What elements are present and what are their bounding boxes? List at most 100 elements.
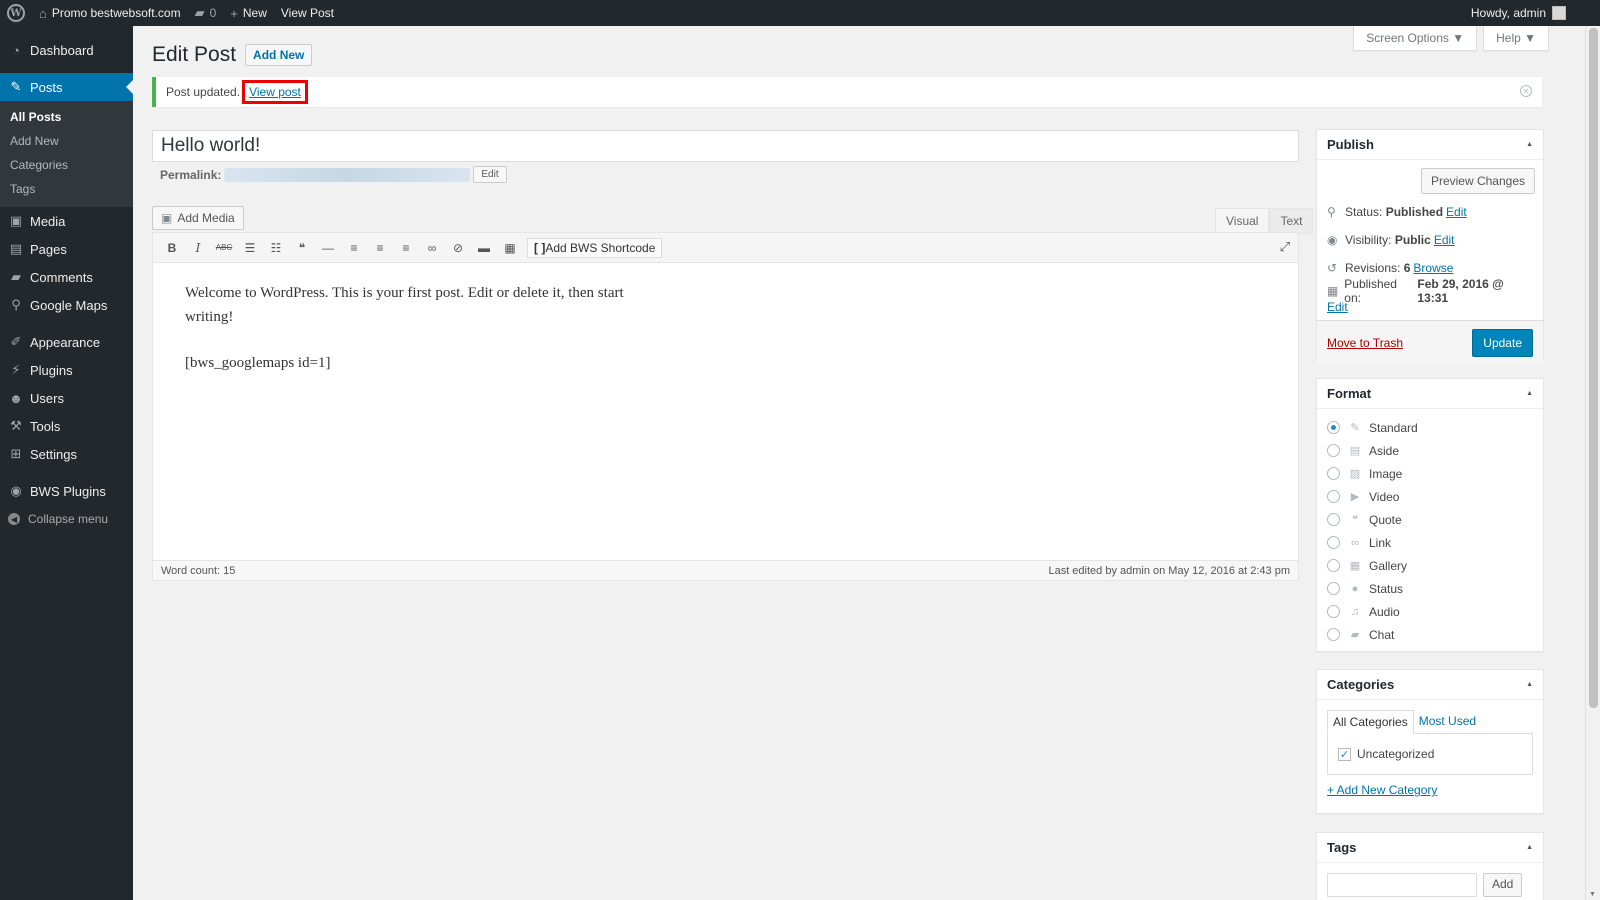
sidebar-item-pages[interactable]: ▤ Pages	[0, 235, 133, 263]
sidebar-item-dashboard[interactable]: ◔ Dashboard	[0, 36, 133, 64]
collapse-menu-button[interactable]: ◀ Collapse menu	[0, 505, 133, 533]
word-count: Word count: 15	[161, 564, 236, 577]
submenu-categories[interactable]: Categories	[0, 153, 133, 177]
add-new-button[interactable]: Add New	[245, 44, 313, 66]
add-media-button[interactable]: ▣ Add Media	[152, 206, 244, 230]
sidebar-item-users[interactable]: ☻ Users	[0, 384, 133, 412]
numbered-list-icon[interactable]: ☷	[263, 236, 289, 260]
screen-options-button[interactable]: Screen Options ▼	[1353, 26, 1478, 51]
editor-content[interactable]: Welcome to WordPress. This is your first…	[153, 263, 1298, 415]
radio-button[interactable]	[1327, 605, 1340, 618]
horizontal-line-icon[interactable]: —	[315, 236, 341, 260]
wp-logo-button[interactable]: W	[0, 0, 32, 26]
radio-button[interactable]	[1327, 536, 1340, 549]
link-icon[interactable]: ∞	[419, 236, 445, 260]
sidebar-item-plugins[interactable]: ⚡ Plugins	[0, 356, 133, 384]
view-post-link[interactable]: View Post	[274, 0, 341, 26]
categories-box-header[interactable]: Categories ▲	[1317, 670, 1543, 700]
site-name-link[interactable]: ⌂ Promo bestwebsoft.com	[32, 0, 188, 26]
add-new-category-link[interactable]: + Add New Category	[1327, 783, 1437, 797]
align-left-icon[interactable]: ≡	[341, 236, 367, 260]
post-status: ⚲ Status: Published Edit	[1327, 205, 1467, 219]
browse-revisions-link[interactable]: Browse	[1413, 261, 1453, 275]
sidebar-item-posts[interactable]: ✎ Posts	[0, 73, 133, 101]
edit-visibility-link[interactable]: Edit	[1434, 233, 1455, 247]
sidebar-item-media[interactable]: ▣ Media	[0, 207, 133, 235]
format-option-gallery[interactable]: ▦ Gallery	[1317, 554, 1543, 577]
preview-changes-button[interactable]: Preview Changes	[1420, 168, 1535, 194]
scrollbar-thumb[interactable]	[1589, 28, 1598, 708]
fullscreen-icon[interactable]: ⤢	[1280, 239, 1290, 255]
sidebar-item-appearance[interactable]: ✐ Appearance	[0, 328, 133, 356]
format-option-link[interactable]: ∞ Link	[1317, 531, 1543, 554]
toolbar-toggle-icon[interactable]: ▦	[497, 236, 523, 260]
format-option-aside[interactable]: ▤ Aside	[1317, 439, 1543, 462]
tag-input[interactable]	[1327, 873, 1477, 897]
publish-box-header[interactable]: Publish ▲	[1317, 130, 1543, 160]
read-more-icon[interactable]: ▬	[471, 236, 497, 260]
new-content-button[interactable]: + New	[223, 0, 274, 26]
view-post-link[interactable]: View post	[249, 85, 301, 99]
tab-text[interactable]: Text	[1269, 208, 1314, 234]
tags-box-header[interactable]: Tags ▲	[1317, 833, 1543, 863]
format-option-quote[interactable]: ❝ Quote	[1317, 508, 1543, 531]
submenu-tags[interactable]: Tags	[0, 177, 133, 201]
radio-button[interactable]	[1327, 582, 1340, 595]
sidebar-item-tools[interactable]: ⚒ Tools	[0, 412, 133, 440]
post-published-on: ▦ Published on: Feb 29, 2016 @ 13:31	[1327, 277, 1504, 305]
dismiss-icon[interactable]: ✕	[1520, 85, 1532, 97]
update-button[interactable]: Update	[1472, 328, 1533, 357]
format-option-image[interactable]: ▨ Image	[1317, 462, 1543, 485]
submenu-all-posts[interactable]: All Posts	[0, 105, 133, 129]
edit-date-link[interactable]: Edit	[1327, 300, 1348, 314]
format-option-status[interactable]: ● Status	[1317, 577, 1543, 600]
radio-button[interactable]	[1327, 490, 1340, 503]
home-icon: ⌂	[39, 5, 47, 21]
radio-button[interactable]	[1327, 444, 1340, 457]
edit-status-link[interactable]: Edit	[1446, 205, 1467, 219]
page-title: Edit Post Add New	[152, 43, 313, 67]
tab-most-used[interactable]: Most Used	[1414, 710, 1481, 734]
radio-button[interactable]	[1327, 513, 1340, 526]
radio-button[interactable]	[1327, 559, 1340, 572]
add-bws-shortcode-button[interactable]: [ ]Add BWS Shortcode	[527, 237, 663, 258]
post-title-input[interactable]: Hello world!	[152, 130, 1299, 162]
bold-icon[interactable]: B	[159, 236, 185, 260]
align-right-icon[interactable]: ≡	[393, 236, 419, 260]
align-center-icon[interactable]: ≡	[367, 236, 393, 260]
scroll-down-icon[interactable]: ▼	[1589, 891, 1596, 898]
move-to-trash-link[interactable]: Move to Trash	[1327, 336, 1403, 350]
collapse-arrow-icon: ▲	[1526, 390, 1533, 397]
category-checkbox[interactable]: ✓	[1338, 747, 1351, 761]
aside-icon: ▤	[1349, 445, 1361, 457]
sidebar-item-bws-plugins[interactable]: ◉ BWS Plugins	[0, 477, 133, 505]
italic-icon[interactable]: I	[185, 236, 211, 260]
comments-link[interactable]: ▰ 0	[188, 0, 224, 26]
tab-all-categories[interactable]: All Categories	[1327, 710, 1414, 734]
unlink-icon[interactable]: ⊘	[445, 236, 471, 260]
help-button[interactable]: Help ▼	[1483, 26, 1549, 51]
format-option-audio[interactable]: ♫ Audio	[1317, 600, 1543, 623]
pages-icon: ▤	[9, 241, 23, 256]
page-scrollbar[interactable]: ▼	[1585, 26, 1600, 900]
blockquote-icon[interactable]: ❝	[289, 236, 315, 260]
format-option-standard[interactable]: ✎ Standard	[1317, 416, 1543, 439]
account-menu[interactable]: Howdy, admin	[1464, 0, 1600, 26]
tab-visual[interactable]: Visual	[1215, 208, 1270, 234]
permalink: Permalink: Edit	[160, 166, 507, 183]
format-option-video[interactable]: ▶ Video	[1317, 485, 1543, 508]
bullet-list-icon[interactable]: ☰	[237, 236, 263, 260]
sidebar-item-settings[interactable]: ⊞ Settings	[0, 440, 133, 468]
strikethrough-icon[interactable]: ABC	[211, 236, 237, 260]
format-option-chat[interactable]: ▰ Chat	[1317, 623, 1543, 646]
format-box-header[interactable]: Format ▲	[1317, 379, 1543, 409]
sidebar-item-comments[interactable]: ▰ Comments	[0, 263, 133, 291]
add-tag-button[interactable]: Add	[1483, 873, 1523, 897]
radio-button[interactable]	[1327, 421, 1340, 434]
sidebar-item-google-maps[interactable]: ⚲ Google Maps	[0, 291, 133, 319]
radio-button[interactable]	[1327, 628, 1340, 641]
submenu-add-new[interactable]: Add New	[0, 129, 133, 153]
permalink-url[interactable]	[224, 167, 471, 182]
radio-button[interactable]	[1327, 467, 1340, 480]
permalink-edit-button[interactable]: Edit	[473, 166, 507, 183]
